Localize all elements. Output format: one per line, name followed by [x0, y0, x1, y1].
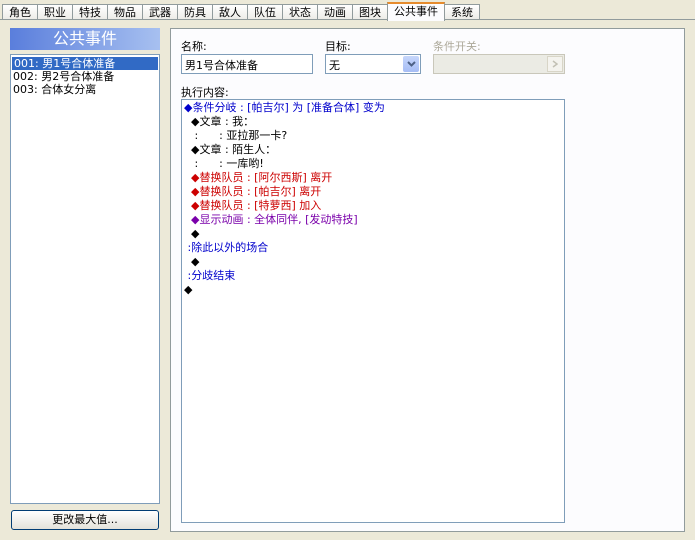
target-select[interactable]: 无	[325, 54, 421, 74]
command-line[interactable]: ◆条件分岐 : [帕吉尔] 为 [准备合体] 变为	[184, 101, 562, 115]
event-name: 男1号合体准备	[42, 57, 116, 70]
command-line[interactable]: ◆	[184, 255, 562, 269]
switch-label: 条件开关:	[433, 40, 481, 53]
command-line[interactable]: ◆显示动画 : 全体同伴, [发动特技]	[184, 213, 562, 227]
event-id: 002	[13, 70, 34, 83]
name-field[interactable]: 男1号合体准备	[181, 54, 313, 74]
chevron-down-icon[interactable]	[403, 56, 419, 72]
tab-3[interactable]: 物品	[107, 4, 143, 20]
tab-4[interactable]: 武器	[142, 4, 178, 20]
tab-2[interactable]: 特技	[72, 4, 108, 20]
target-label: 目标:	[325, 40, 351, 53]
list-item[interactable]: 001: 男1号合体准备	[11, 56, 159, 71]
target-value: 无	[329, 59, 340, 72]
event-id: 003	[13, 83, 34, 96]
command-line[interactable]: ◆文章 : 我：	[184, 115, 562, 129]
command-line[interactable]: ◆替换队员 : [特萝西] 加入	[184, 199, 562, 213]
command-line[interactable]: :除此以外的场合	[184, 241, 562, 255]
event-list[interactable]: 001: 男1号合体准备 002: 男2号合体准备 003: 合体女分离	[10, 54, 160, 504]
event-name: 男2号合体准备	[41, 70, 115, 83]
event-name: 合体女分离	[41, 83, 97, 96]
command-line[interactable]: ◆文章 : 陌生人：	[184, 143, 562, 157]
tab-8[interactable]: 状态	[282, 4, 318, 20]
tab-5[interactable]: 防具	[177, 4, 213, 20]
tab-1[interactable]: 职业	[37, 4, 73, 20]
command-line[interactable]: : : 一库哟!	[184, 157, 562, 171]
tab-10[interactable]: 图块	[352, 4, 388, 20]
tab-6[interactable]: 敌人	[212, 4, 248, 20]
command-line[interactable]: ◆	[184, 227, 562, 241]
command-line[interactable]: ◆替换队员 : [帕吉尔] 离开	[184, 185, 562, 199]
command-line[interactable]: ◆	[184, 283, 562, 297]
command-list[interactable]: ◆条件分岐 : [帕吉尔] 为 [准备合体] 变为 ◆文章 : 我： : : 亚…	[181, 99, 565, 523]
tab-11[interactable]: 公共事件	[387, 2, 445, 21]
exec-label: 执行内容:	[181, 86, 229, 99]
tab-12[interactable]: 系统	[444, 4, 480, 20]
ellipsis-icon	[547, 56, 563, 72]
list-item[interactable]: 002: 男2号合体准备	[11, 70, 159, 83]
tab-divider	[0, 19, 695, 20]
command-line[interactable]: ◆替换队员 : [阿尔西斯] 离开	[184, 171, 562, 185]
change-max-button[interactable]: 更改最大值...	[11, 510, 159, 530]
command-line[interactable]: : : 亚拉那一卡?	[184, 129, 562, 143]
tab-strip: 角色 职业 特技 物品 武器 防具 敌人 队伍 状态 动画 图块 公共事件 系统	[2, 2, 480, 21]
tab-7[interactable]: 队伍	[247, 4, 283, 20]
tab-9[interactable]: 动画	[317, 4, 353, 20]
switch-select	[433, 54, 565, 74]
event-id: 001	[14, 57, 35, 70]
list-item[interactable]: 003: 合体女分离	[11, 83, 159, 96]
event-list-title: 公共事件	[10, 28, 160, 50]
tab-0[interactable]: 角色	[2, 4, 38, 20]
event-editor-panel: 名称: 男1号合体准备 目标: 无 条件开关: 执行内容: ◆条件分岐 : [帕…	[170, 28, 685, 532]
name-label: 名称:	[181, 40, 207, 53]
command-line[interactable]: :分歧结束	[184, 269, 562, 283]
